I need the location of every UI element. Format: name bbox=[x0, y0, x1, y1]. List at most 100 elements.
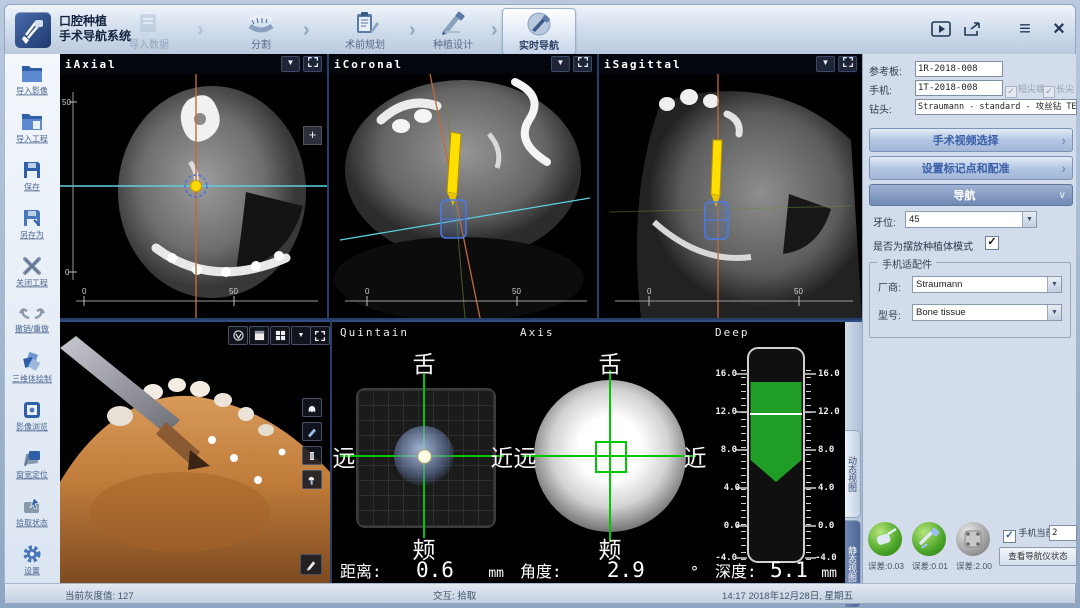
import-image-folder-icon bbox=[20, 64, 44, 84]
chevron-icon: › bbox=[197, 19, 204, 42]
view-sagittal-canvas[interactable]: 0 50 bbox=[599, 74, 862, 318]
layout-grid-icon[interactable] bbox=[270, 326, 290, 345]
sidebar-item-import-project[interactable]: 导入工程 bbox=[5, 112, 59, 145]
quintain-position-dot bbox=[417, 449, 432, 464]
implant-mode-checkbox[interactable]: ✓ bbox=[985, 236, 999, 250]
pick-state-icon bbox=[21, 496, 43, 516]
reference-plate-input[interactable]: 1R-2018-008 bbox=[915, 61, 1003, 77]
panel-axis: Axis 舌 远 近 颊 角度: 2.9 ° bbox=[512, 320, 707, 585]
handpiece-input[interactable]: 1T-2018-008 bbox=[915, 80, 1003, 96]
add-slice-button[interactable]: + bbox=[303, 126, 322, 145]
show-drill-icon[interactable] bbox=[302, 422, 322, 441]
handpiece-current-checkbox[interactable]: ✓ bbox=[1003, 530, 1016, 543]
pencil-tool-icon[interactable] bbox=[300, 554, 322, 575]
menu-icon[interactable]: ≡ bbox=[1013, 17, 1037, 41]
reference-tracker-icon[interactable] bbox=[868, 522, 902, 556]
view-coronal: iCoronal ▼ bbox=[329, 54, 597, 318]
patient-tracker-icon[interactable] bbox=[956, 522, 990, 556]
chevron-right-icon: › bbox=[1061, 160, 1066, 176]
sidebar-item-image-browse[interactable]: 影像浏览 bbox=[5, 400, 59, 433]
expand-icon[interactable] bbox=[310, 326, 330, 345]
workflow-step-import-data[interactable]: 导入数据 bbox=[113, 8, 185, 53]
vendor-label: 厂商: bbox=[878, 279, 901, 294]
sidebar-item-pick-state[interactable]: 拾取状态 bbox=[5, 496, 59, 529]
workflow-step-segmentation[interactable]: 分割 bbox=[225, 8, 297, 53]
video-window-icon[interactable] bbox=[929, 17, 953, 41]
direction-label-lingual: 舌 bbox=[599, 345, 622, 379]
error-value: 误差:0.01 bbox=[907, 560, 953, 572]
import-data-icon bbox=[134, 10, 164, 36]
dropdown-icon[interactable]: ▼ bbox=[816, 56, 835, 72]
workflow-step-preop-planning[interactable]: 术前规划 bbox=[329, 8, 401, 53]
workflow-step-implant-design[interactable]: 种植设计 bbox=[417, 8, 489, 53]
chevron-icon: › bbox=[409, 19, 416, 42]
handpiece-tracker-icon[interactable] bbox=[912, 522, 946, 556]
navigator-status-button[interactable]: 查看导航仪状态 bbox=[999, 547, 1077, 566]
dropdown-icon[interactable]: ▼ bbox=[291, 326, 311, 345]
sidebar-item-save-as[interactable]: 另存为 bbox=[5, 208, 59, 241]
svg-text:50: 50 bbox=[512, 287, 521, 296]
angle-readout: 角度: 2.9 ° bbox=[520, 558, 699, 582]
close-icon[interactable]: × bbox=[1047, 17, 1071, 41]
sidebar-item-import-image[interactable]: 导入影像 bbox=[5, 64, 59, 97]
tab-dynamic-view[interactable]: 动态视图 bbox=[845, 430, 861, 518]
planning-clipboard-icon bbox=[350, 10, 380, 36]
view-3d-volume[interactable]: ▼ bbox=[60, 320, 330, 585]
sidebar-item-undo-redo[interactable]: 撤销/重做 bbox=[5, 304, 59, 335]
surgery-video-select-button[interactable]: 手术视频选择 › bbox=[869, 128, 1073, 152]
expand-icon[interactable] bbox=[838, 56, 857, 72]
direction-label-distal: 远 bbox=[333, 439, 356, 473]
sidebar-item-close-project[interactable]: 关闭工程 bbox=[5, 256, 59, 289]
view-title: iCoronal bbox=[334, 58, 403, 71]
workflow-step-realtime-navigation[interactable]: 实时导航 bbox=[502, 8, 576, 55]
dropdown-arrow-icon: ▼ bbox=[1022, 212, 1036, 227]
distance-readout: 距离: 0.6 mm bbox=[340, 558, 504, 582]
vendor-select[interactable]: Straumann ▼ bbox=[912, 276, 1062, 293]
expand-icon[interactable] bbox=[303, 56, 322, 72]
marker-registration-button[interactable]: 设置标记点和配准 › bbox=[869, 156, 1073, 180]
dropdown-arrow-icon: ▼ bbox=[1047, 277, 1061, 292]
axis-target-square bbox=[595, 441, 627, 473]
panel-deep: Deep 16.0 12.0 8.0 4.0 0.0 -4.0 16.0 bbox=[707, 320, 845, 585]
chevron-down-icon: ∨ bbox=[1059, 190, 1066, 201]
dropdown-icon[interactable]: ▼ bbox=[281, 56, 300, 72]
interaction-status: 交互: 拾取 bbox=[433, 588, 476, 602]
import-project-folder-icon bbox=[20, 112, 44, 132]
sidebar-item-window-level[interactable]: 窗宽定位 bbox=[5, 448, 59, 481]
dropdown-arrow-icon: ▼ bbox=[1047, 305, 1061, 320]
view-axial-header: iAxial ▼ bbox=[60, 54, 327, 74]
datetime-status: 14:17 2018年12月28日, 星期五 bbox=[722, 588, 853, 602]
panel-title: Quintain bbox=[340, 326, 409, 339]
implant-mode-label: 是否为摆放种植体模式 bbox=[873, 238, 973, 253]
view-coronal-canvas[interactable]: 0 50 bbox=[329, 74, 597, 318]
step-label: 导入数据 bbox=[113, 36, 185, 51]
export-icon[interactable] bbox=[961, 17, 985, 41]
svg-text:0: 0 bbox=[647, 287, 652, 296]
sidebar-item-save[interactable]: 保存 bbox=[5, 160, 59, 193]
coronal-ct-slice: 0 50 bbox=[329, 74, 597, 318]
show-tooth-implant-icon[interactable] bbox=[302, 470, 322, 489]
depth-minor-ticks-right bbox=[806, 370, 811, 562]
panel-view-icon[interactable] bbox=[249, 326, 269, 345]
sidebar-item-settings[interactable]: 设置 bbox=[5, 544, 59, 577]
short-tip-checkbox[interactable]: ✓短尖端 bbox=[1005, 82, 1045, 98]
expand-icon[interactable] bbox=[573, 56, 592, 72]
sidebar-item-volume-render[interactable]: 三维体绘制 bbox=[5, 352, 59, 385]
view-axial-canvas[interactable]: 50 0 0 50 + bbox=[60, 74, 327, 318]
drill-input[interactable]: Straumann - standard - 攻丝钻 TE-BL - Φ3. bbox=[915, 99, 1077, 115]
left-toolbar: 导入影像 导入工程 保存 另存为 关闭工程 撤销/重做 bbox=[4, 54, 62, 585]
save-icon bbox=[22, 160, 42, 180]
tooth-position-select[interactable]: 45 ▼ bbox=[905, 211, 1037, 228]
model-select[interactable]: Bone tissue ▼ bbox=[912, 304, 1062, 321]
camera-orientation-icon[interactable] bbox=[228, 326, 248, 345]
image-browse-icon bbox=[22, 400, 42, 420]
handpiece-current-input[interactable]: 2 bbox=[1049, 525, 1077, 541]
navigation-section-header[interactable]: 导航 ∨ bbox=[869, 184, 1073, 206]
volume-render-icon bbox=[21, 352, 43, 372]
depth-readout: 深度: 5.1 mm bbox=[715, 558, 837, 582]
view-coronal-header: iCoronal ▼ bbox=[329, 54, 597, 74]
show-implant-icon[interactable] bbox=[302, 446, 322, 465]
show-tooth-icon[interactable] bbox=[302, 398, 322, 417]
check-icon: ✓ bbox=[1043, 86, 1055, 98]
dropdown-icon[interactable]: ▼ bbox=[551, 56, 570, 72]
